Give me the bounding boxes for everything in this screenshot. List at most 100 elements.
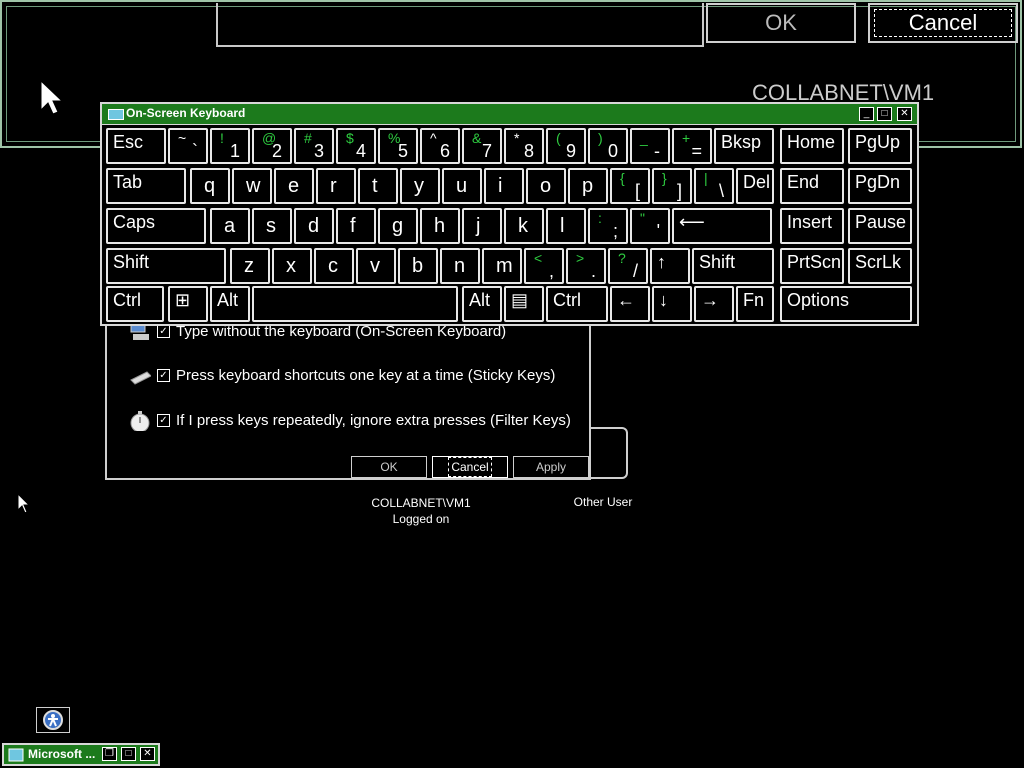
key-lbracket[interactable]: {[ bbox=[610, 168, 650, 204]
key-y[interactable]: y bbox=[400, 168, 440, 204]
key-c[interactable]: c bbox=[314, 248, 354, 284]
sticky-keys-checkbox[interactable]: ✓ bbox=[157, 368, 170, 382]
close-button[interactable]: ✕ bbox=[897, 107, 912, 121]
key-quote[interactable]: " ' bbox=[630, 208, 670, 244]
sticky-keys-option-row[interactable]: ✓ Press keyboard shortcuts one key at a … bbox=[129, 364, 555, 386]
key-g[interactable]: g bbox=[378, 208, 418, 244]
key-caps[interactable]: Caps bbox=[106, 208, 206, 244]
acc-cancel-button[interactable]: Cancel bbox=[432, 456, 508, 478]
key-right[interactable]: → bbox=[694, 286, 734, 322]
maximize-button[interactable]: □ bbox=[121, 747, 136, 761]
key-pause[interactable]: Pause bbox=[848, 208, 912, 244]
key-rbracket[interactable]: }] bbox=[652, 168, 692, 204]
key-d[interactable]: d bbox=[294, 208, 334, 244]
key-u[interactable]: u bbox=[442, 168, 482, 204]
key-m[interactable]: m bbox=[482, 248, 522, 284]
key-w[interactable]: w bbox=[232, 168, 272, 204]
filter-keys-checkbox[interactable]: ✓ bbox=[157, 413, 170, 427]
key-tab[interactable]: Tab bbox=[106, 168, 186, 204]
key-fn[interactable]: Fn bbox=[736, 286, 774, 322]
key-period[interactable]: >. bbox=[566, 248, 606, 284]
key-n[interactable]: n bbox=[440, 248, 480, 284]
key-pgup[interactable]: PgUp bbox=[848, 128, 912, 164]
key-slash[interactable]: ? / bbox=[608, 248, 648, 284]
minimize-button[interactable]: _ bbox=[859, 107, 874, 121]
key-o[interactable]: o bbox=[526, 168, 566, 204]
key-r[interactable]: r bbox=[316, 168, 356, 204]
key-e[interactable]: e bbox=[274, 168, 314, 204]
key-4[interactable]: $4 bbox=[336, 128, 376, 164]
key-enter[interactable]: ⟵ bbox=[672, 208, 772, 244]
key-2[interactable]: @2 bbox=[252, 128, 292, 164]
key-up[interactable]: ↑ bbox=[650, 248, 690, 284]
key-lctrl[interactable]: Ctrl bbox=[106, 286, 164, 322]
key-5[interactable]: % 5 bbox=[378, 128, 418, 164]
key-v[interactable]: v bbox=[356, 248, 396, 284]
cancel-button[interactable]: Cancel bbox=[868, 3, 1018, 43]
key-rshift[interactable]: Shift bbox=[692, 248, 774, 284]
key-comma[interactable]: <, bbox=[524, 248, 564, 284]
key-a[interactable]: a bbox=[210, 208, 250, 244]
key-x[interactable]: x bbox=[272, 248, 312, 284]
key-home[interactable]: Home bbox=[780, 128, 844, 164]
key-8[interactable]: * 8 bbox=[504, 128, 544, 164]
close-button[interactable]: ✕ bbox=[140, 747, 155, 761]
key-options[interactable]: Options bbox=[780, 286, 912, 322]
key-esc[interactable]: Esc bbox=[106, 128, 166, 164]
key-backtick[interactable]: ~ ` bbox=[168, 128, 208, 164]
key-0[interactable]: ) 0 bbox=[588, 128, 628, 164]
key-left[interactable]: ← bbox=[610, 286, 650, 322]
key-label: l bbox=[560, 215, 565, 237]
key-del[interactable]: Del bbox=[736, 168, 774, 204]
user1-tile-label[interactable]: COLLABNET\VM1 Logged on bbox=[362, 495, 480, 527]
filter-keys-option-row[interactable]: ✓ If I press keys repeatedly, ignore ext… bbox=[129, 409, 571, 431]
key-b[interactable]: b bbox=[398, 248, 438, 284]
key-ralt[interactable]: Alt bbox=[462, 286, 502, 322]
osk-checkbox[interactable]: ✓ bbox=[157, 324, 170, 338]
key-prtscn[interactable]: PrtScn bbox=[780, 248, 844, 284]
osk-titlebar[interactable]: On-Screen Keyboard _ □ ✕ bbox=[102, 104, 917, 125]
key-1[interactable]: ! 1 bbox=[210, 128, 250, 164]
key-win[interactable]: ⊞ bbox=[168, 286, 208, 322]
key-rctrl[interactable]: Ctrl bbox=[546, 286, 608, 322]
other-user-tile[interactable] bbox=[590, 427, 628, 479]
key-i[interactable]: i bbox=[484, 168, 524, 204]
key-q[interactable]: q bbox=[190, 168, 230, 204]
ease-of-access-button[interactable] bbox=[36, 707, 70, 733]
taskbar-window-button[interactable]: Microsoft ... ❐ □ ✕ bbox=[2, 743, 160, 766]
key-space[interactable] bbox=[252, 286, 458, 322]
key-f[interactable]: f bbox=[336, 208, 376, 244]
maximize-button[interactable]: □ bbox=[877, 107, 892, 121]
other-user-label[interactable]: Other User bbox=[560, 495, 646, 509]
key-bksp[interactable]: Bksp bbox=[714, 128, 774, 164]
key-3[interactable]: #3 bbox=[294, 128, 334, 164]
ok-button[interactable]: OK bbox=[706, 3, 856, 43]
key-semicolon[interactable]: :; bbox=[588, 208, 628, 244]
key-j[interactable]: j bbox=[462, 208, 502, 244]
key-s[interactable]: s bbox=[252, 208, 292, 244]
key-insert[interactable]: Insert bbox=[780, 208, 844, 244]
acc-apply-button[interactable]: Apply bbox=[513, 456, 589, 478]
key-minus[interactable]: _ - bbox=[630, 128, 670, 164]
password-field[interactable] bbox=[216, 3, 704, 47]
key-7[interactable]: & 7 bbox=[462, 128, 502, 164]
key-p[interactable]: p bbox=[568, 168, 608, 204]
key-end[interactable]: End bbox=[780, 168, 844, 204]
key-pgdn[interactable]: PgDn bbox=[848, 168, 912, 204]
key-l[interactable]: l bbox=[546, 208, 586, 244]
key-lalt[interactable]: Alt bbox=[210, 286, 250, 322]
key-h[interactable]: h bbox=[420, 208, 460, 244]
key-k[interactable]: k bbox=[504, 208, 544, 244]
key-6[interactable]: ^ 6 bbox=[420, 128, 460, 164]
key-lshift[interactable]: Shift bbox=[106, 248, 226, 284]
key-backslash[interactable]: | \ bbox=[694, 168, 734, 204]
key-menu[interactable]: ▤ bbox=[504, 286, 544, 322]
key-z[interactable]: z bbox=[230, 248, 270, 284]
key-scrlk[interactable]: ScrLk bbox=[848, 248, 912, 284]
key-9[interactable]: (9 bbox=[546, 128, 586, 164]
key-equals[interactable]: + = bbox=[672, 128, 712, 164]
key-down[interactable]: ↓ bbox=[652, 286, 692, 322]
acc-ok-button[interactable]: OK bbox=[351, 456, 427, 478]
restore-button[interactable]: ❐ bbox=[102, 747, 117, 761]
key-t[interactable]: t bbox=[358, 168, 398, 204]
